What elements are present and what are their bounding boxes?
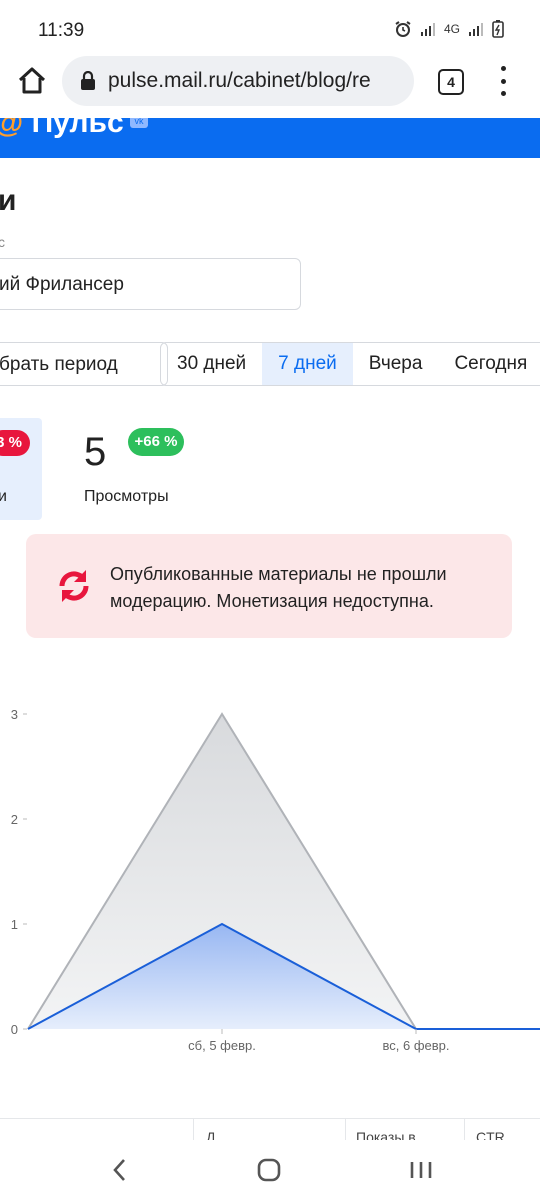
select-period-button[interactable]: брать период [0, 342, 168, 386]
moderation-alert: Опубликованные материалы не прошли модер… [26, 534, 512, 638]
page-title: и [0, 184, 17, 217]
status-time: 11:39 [38, 20, 85, 41]
tab-switcher-button[interactable]: 4 [438, 69, 464, 95]
x-tick-label: вс, 6 февр. [383, 1038, 450, 1053]
views-value: 5 [84, 430, 107, 474]
area-chart: 0 1 2 3 сб, 5 февр. вс, 6 февр. [11, 707, 540, 1053]
recents-icon[interactable] [408, 1156, 434, 1184]
table-header: Д Показы в CTR [0, 1118, 540, 1140]
alert-text: Опубликованные материалы не прошли модер… [110, 564, 447, 611]
source-select[interactable]: ий Фрилансер [0, 258, 301, 310]
signal-icon-2 [469, 23, 483, 36]
home-icon[interactable] [16, 65, 48, 97]
battery-icon [492, 20, 504, 38]
column-header-date[interactable]: Д [206, 1129, 215, 1140]
status-icons: 4G [394, 20, 504, 38]
status-badge-positive: +66 % [128, 428, 184, 456]
status-badge-negative: 3 % [0, 430, 30, 456]
site-logo[interactable]: @ Пульс [0, 118, 124, 140]
back-icon[interactable] [110, 1156, 130, 1184]
address-bar[interactable]: pulse.mail.ru/cabinet/blog/re [62, 56, 414, 106]
tab-today[interactable]: Сегодня [438, 343, 540, 385]
views-label[interactable]: Просмотры [84, 488, 169, 506]
y-tick-label: 3 [11, 707, 18, 722]
period-tabs: 30 дней 7 дней Вчера Сегодня [160, 342, 540, 386]
signal-icon [420, 23, 435, 36]
network-label: 4G [443, 22, 460, 36]
overflow-menu-icon[interactable] [498, 66, 508, 96]
browser-toolbar: pulse.mail.ru/cabinet/blog/re 4 [0, 50, 540, 114]
url-text: pulse.mail.ru/cabinet/blog/re [108, 69, 371, 92]
column-header-ctr[interactable]: CTR [476, 1129, 505, 1140]
source-select-value: ий Фрилансер [0, 274, 124, 295]
system-nav-bar [0, 1140, 540, 1200]
refresh-icon [59, 570, 89, 602]
y-tick-label: 0 [11, 1022, 18, 1037]
tab-7-days[interactable]: 7 дней [262, 343, 353, 385]
field-label: с [0, 234, 5, 250]
alarm-icon [395, 21, 411, 37]
select-period-label: брать период [0, 354, 118, 375]
home-nav-icon[interactable] [256, 1156, 282, 1184]
y-tick-label: 2 [11, 812, 18, 827]
y-tick-label: 1 [11, 917, 18, 932]
lock-icon [81, 71, 95, 90]
column-header-impressions[interactable]: Показы в [356, 1129, 416, 1140]
tab-30-days[interactable]: 30 дней [161, 343, 262, 385]
stat-label-partial: и [0, 488, 7, 505]
x-tick-label: сб, 5 февр. [188, 1038, 256, 1053]
site-header: @ Пульс vk [0, 118, 540, 158]
vk-icon: vk [130, 118, 148, 128]
tab-yesterday[interactable]: Вчера [353, 343, 439, 385]
logo-text: Пульс [31, 118, 124, 139]
